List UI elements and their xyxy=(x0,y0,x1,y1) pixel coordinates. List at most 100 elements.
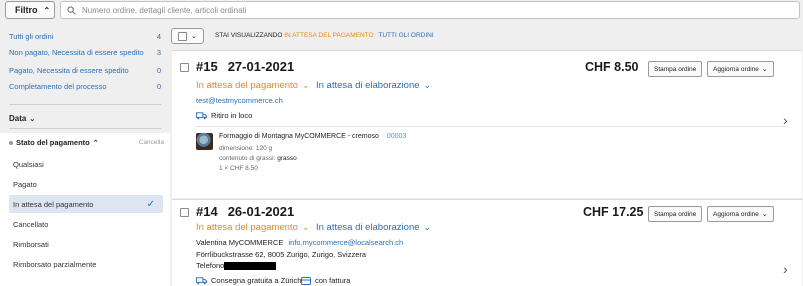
option-label: Pagato xyxy=(13,179,37,189)
order-checkbox[interactable] xyxy=(180,208,189,217)
payment-status-title-label: Stato del pagamento xyxy=(16,138,90,147)
search-icon xyxy=(67,5,76,15)
payment-option-cancelled[interactable]: Cancellato xyxy=(9,215,163,233)
bulk-select-dropdown[interactable]: ⌄ xyxy=(171,28,204,44)
print-order-button[interactable]: Stampa ordine xyxy=(648,61,703,77)
payment-status-label: In attesa del pagamento xyxy=(196,80,298,91)
card-divider xyxy=(196,126,786,127)
update-order-button[interactable]: Aggiorna ordine ⌄ xyxy=(707,206,774,222)
sidebar-link-label: Tutti gli ordini xyxy=(9,32,54,41)
payment-option-refunded[interactable]: Rimborsati xyxy=(9,235,163,253)
sidebar-link-unpaid-to-ship[interactable]: Non pagato, Necessita di essere spedito … xyxy=(9,48,161,57)
chevron-down-icon: ⌄ xyxy=(301,222,310,232)
order-title: #14 26-01-2021 xyxy=(196,204,294,219)
print-order-button[interactable]: Stampa ordine xyxy=(648,206,703,222)
payment-option-any[interactable]: Qualsiasi xyxy=(9,155,163,173)
filter-label: Filtro xyxy=(15,5,38,15)
payment-method: con fattura xyxy=(301,276,350,285)
customer-line: Valentina MyCOMMERCE info.mycommerce@loc… xyxy=(196,238,403,247)
customer-address: Förrlibuckstrasse 62, 8005 Zurigo, Zurig… xyxy=(196,250,367,259)
payment-option-paid[interactable]: Pagato xyxy=(9,175,163,193)
sidebar-link-count: 3 xyxy=(156,48,161,57)
processing-status-dropdown[interactable]: In attesa di elaborazione ⌄ xyxy=(316,222,431,233)
product-thumbnail xyxy=(196,133,213,150)
order-number: #15 xyxy=(196,59,218,74)
sidebar-link-label: Non pagato, Necessita di essere spedito xyxy=(9,48,144,57)
all-orders-link[interactable]: TUTTI GLI ORDINI xyxy=(378,32,433,39)
button-label: Aggiorna ordine xyxy=(713,65,759,73)
sidebar-link-all-orders[interactable]: Tutti gli ordini 4 xyxy=(9,32,161,41)
option-label: Rimborsati xyxy=(13,239,49,249)
product-name-line: Formaggio di Montagna MyCOMMERCE - cremo… xyxy=(219,133,406,140)
delivery-label: Ritiro in loco xyxy=(211,111,253,120)
shipping-method: Consegna gratuita a Zürich xyxy=(196,276,301,285)
fat-label: contenuto di grassi: xyxy=(219,155,276,162)
sidebar-link-count: 4 xyxy=(156,32,161,41)
order-price: CHF 8.50 xyxy=(585,60,639,74)
truck-icon xyxy=(196,276,207,284)
option-label: Cancellato xyxy=(13,219,49,229)
bullet-icon xyxy=(9,140,13,145)
order-date: 26-01-2021 xyxy=(227,204,295,219)
redacted-phone xyxy=(224,262,277,271)
payment-status-dropdown[interactable]: In attesa del pagamento ⌄ xyxy=(196,222,309,233)
order-price: CHF 17.25 xyxy=(583,205,644,219)
payment-status-dropdown[interactable]: In attesa del pagamento ⌄ xyxy=(196,80,309,91)
chevron-down-icon: ⌄ xyxy=(761,211,768,218)
product-name: Formaggio di Montagna MyCOMMERCE - cremo… xyxy=(219,133,379,140)
phone-label: Telefono xyxy=(196,261,225,270)
credit-card-icon xyxy=(301,276,311,285)
chevron-up-icon: ⌃ xyxy=(92,139,99,147)
option-label: Rimborsato parzialmente xyxy=(13,259,97,269)
sidebar-link-count: 0 xyxy=(156,66,161,75)
checkmark-icon: ✓ xyxy=(146,198,155,210)
chevron-down-icon: ⌄ xyxy=(191,33,197,40)
order-checkbox[interactable] xyxy=(180,63,189,72)
viewing-prefix: STAI VISUALIZZANDO xyxy=(215,32,283,39)
payment-status-label: In attesa del pagamento xyxy=(196,222,298,233)
truck-icon xyxy=(196,111,207,119)
search-placeholder: Numero ordine, dettagli cliente, articol… xyxy=(82,5,247,15)
chevron-down-icon: ⌄ xyxy=(423,80,432,90)
option-label: In attesa del pagamento xyxy=(13,199,94,209)
filter-button[interactable]: Filtro ⌃ xyxy=(5,1,55,19)
customer-phone: Telefono xyxy=(196,261,277,271)
customer-email[interactable]: info.mycommerce@localsearch.ch xyxy=(288,238,403,247)
cancel-link[interactable]: Cancella xyxy=(139,139,164,146)
search-input[interactable]: Numero ordine, dettagli cliente, articol… xyxy=(60,1,800,19)
button-label: Aggiorna ordine xyxy=(713,210,759,218)
date-filter-label: Data xyxy=(9,114,27,123)
shipping-label: Consegna gratuita a Zürich xyxy=(211,276,302,285)
chevron-down-icon: ⌄ xyxy=(423,222,432,232)
chevron-right-icon[interactable]: › xyxy=(783,112,788,128)
fat-value: grasso xyxy=(277,155,297,162)
payment-status-title[interactable]: Stato del pagamento ⌃ xyxy=(9,138,99,147)
viewing-indicator: STAI VISUALIZZANDO IN ATTESA DEL PAGAMEN… xyxy=(215,32,434,39)
processing-status-label: In attesa di elaborazione xyxy=(316,222,420,233)
chevron-right-icon[interactable]: › xyxy=(783,261,788,277)
chevron-down-icon: ⌄ xyxy=(301,80,310,90)
order-title: #15 27-01-2021 xyxy=(196,59,294,74)
sidebar-link-completed[interactable]: Completamento del processo 0 xyxy=(9,82,161,91)
chevron-down-icon: ⌄ xyxy=(761,66,768,73)
option-label: Qualsiasi xyxy=(13,159,44,169)
product-sku: 00003 xyxy=(386,133,407,140)
chevron-down-icon: ⌄ xyxy=(29,115,36,123)
order-number: #14 xyxy=(196,204,218,219)
sidebar-link-paid-to-ship[interactable]: Pagato, Necessita di essere spedito 0 xyxy=(9,66,161,75)
update-order-button[interactable]: Aggiorna ordine ⌄ xyxy=(707,61,774,77)
payment-option-awaiting[interactable]: In attesa del pagamento ✓ xyxy=(9,195,163,213)
customer-name: Valentina MyCOMMERCE xyxy=(196,238,284,247)
invoice-label: con fattura xyxy=(315,276,351,285)
product-dimension: dimensione: 120 g xyxy=(219,145,273,152)
processing-status-dropdown[interactable]: In attesa di elaborazione ⌄ xyxy=(316,80,431,91)
product-fat: contenuto di grassi: grasso xyxy=(219,155,297,162)
sidebar-link-label: Completamento del processo xyxy=(9,82,107,91)
processing-status-label: In attesa di elaborazione xyxy=(316,80,420,91)
order-date: 27-01-2021 xyxy=(227,59,295,74)
customer-email[interactable]: test@testmycommerce.ch xyxy=(196,96,283,105)
payment-option-partially-refunded[interactable]: Rimborsato parzialmente xyxy=(9,255,163,273)
date-filter-toggle[interactable]: Data ⌄ xyxy=(9,114,35,123)
delivery-method: Ritiro in loco xyxy=(196,111,252,120)
product-qty-price: 1 × CHF 8.50 xyxy=(219,165,258,172)
